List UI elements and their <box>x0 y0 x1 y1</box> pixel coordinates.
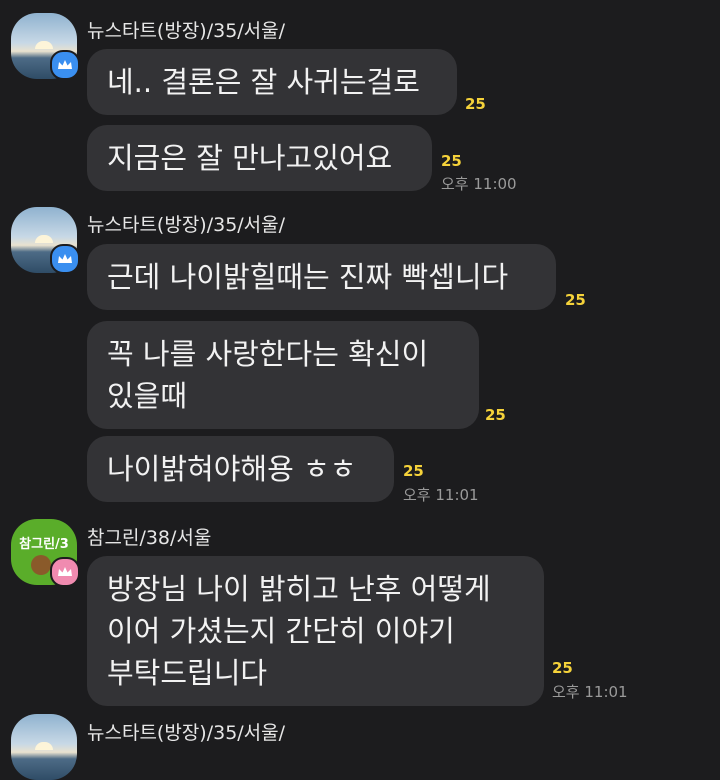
timestamp: 오후 11:01 <box>403 486 479 504</box>
unread-count: 25 <box>552 659 573 677</box>
message-bubble[interactable]: 지금은 잘 만나고있어요 <box>87 125 432 191</box>
message-line: 꼭 나를 사랑한다는 확신이 <box>107 337 429 371</box>
unread-count: 25 <box>403 462 424 480</box>
message-line: 부탁드립니다 <box>107 656 268 690</box>
crown-icon <box>50 244 80 274</box>
sender-name[interactable]: 뉴스타트(방장)/35/서울/ <box>87 16 285 43</box>
unread-count: 25 <box>465 95 486 113</box>
crown-icon <box>50 557 80 587</box>
message-bubble[interactable]: 네.. 결론은 잘 사귀는걸로 <box>87 49 457 115</box>
message-line: 이어 가셨는지 간단히 이야기 <box>107 614 455 648</box>
timestamp: 오후 11:00 <box>441 175 517 193</box>
avatar-label: 참그린/3 <box>19 537 69 552</box>
sender-name[interactable]: 뉴스타트(방장)/35/서울/ <box>87 718 285 745</box>
message-line: 있을때 <box>107 379 188 413</box>
unread-count: 25 <box>485 406 506 424</box>
message-bubble[interactable]: 꼭 나를 사랑한다는 확신이 있을때 <box>87 321 479 429</box>
unread-count: 25 <box>441 152 462 170</box>
sender-name[interactable]: 뉴스타트(방장)/35/서울/ <box>87 210 285 237</box>
message-bubble[interactable]: 근데 나이밝힐때는 진짜 빡셉니다 <box>87 244 556 310</box>
message-bubble[interactable]: 나이밝혀야해용 ㅎㅎ <box>87 436 394 502</box>
unread-count: 25 <box>565 291 586 309</box>
timestamp: 오후 11:01 <box>552 683 628 701</box>
avatar[interactable] <box>11 714 77 780</box>
sender-name[interactable]: 참그린/38/서울 <box>87 523 211 550</box>
message-bubble[interactable]: 방장님 나이 밝히고 난후 어떻게 이어 가셨는지 간단히 이야기 부탁드립니다 <box>87 556 544 706</box>
message-line: 방장님 나이 밝히고 난후 어떻게 <box>107 572 491 606</box>
crown-icon <box>50 50 80 80</box>
